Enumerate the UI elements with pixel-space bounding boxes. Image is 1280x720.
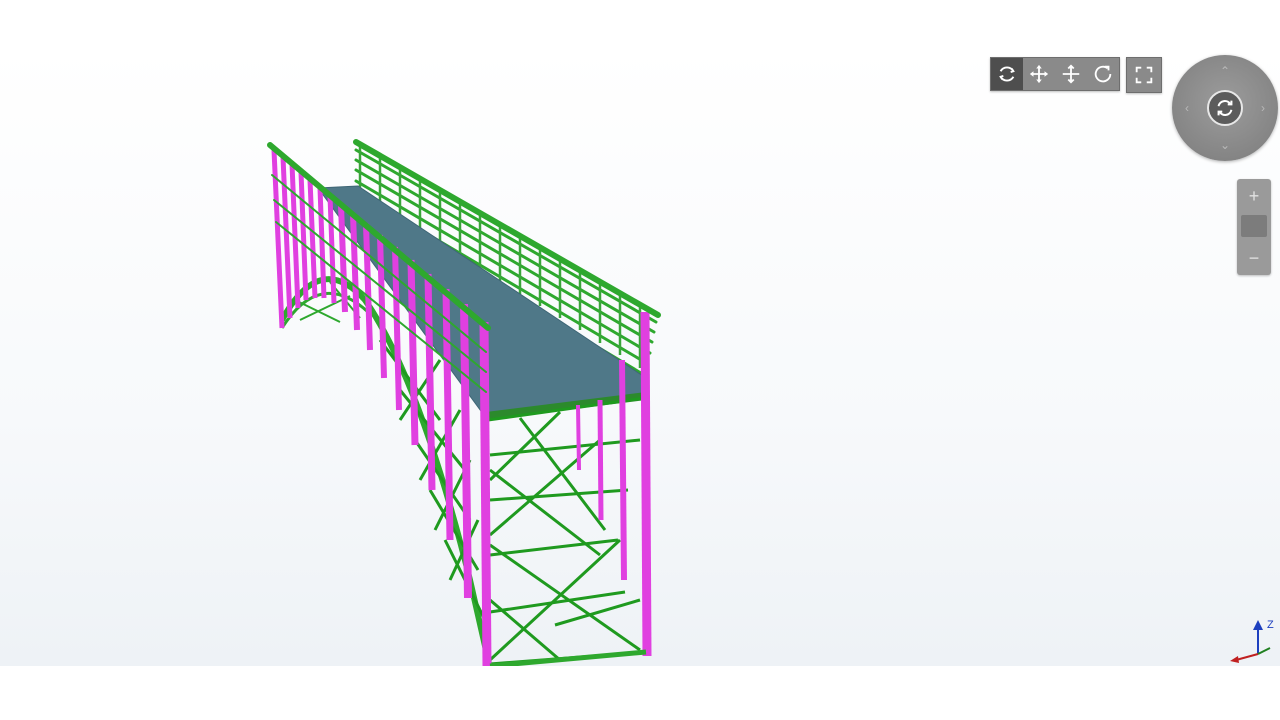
letterbox-top bbox=[0, 0, 1280, 48]
zoom-out-icon: − bbox=[1248, 247, 1260, 268]
fullscreen-icon bbox=[1135, 66, 1153, 84]
letterbox-bottom bbox=[0, 666, 1280, 720]
zoom-in-button[interactable]: + bbox=[1237, 181, 1271, 211]
orbit-icon bbox=[999, 66, 1015, 82]
navigation-tool-group bbox=[990, 57, 1120, 91]
base-beam bbox=[489, 649, 647, 666]
orbit-button[interactable] bbox=[991, 58, 1023, 90]
pan-button[interactable] bbox=[1023, 58, 1055, 90]
chevron-left-icon[interactable]: ‹ bbox=[1180, 102, 1194, 114]
zoom-out-button[interactable]: − bbox=[1237, 243, 1271, 273]
navigation-wheel[interactable]: ⌃ ⌄ ‹ › bbox=[1172, 55, 1278, 161]
move-button[interactable] bbox=[1055, 58, 1087, 90]
chevron-down-icon[interactable]: ⌄ bbox=[1218, 139, 1232, 151]
rotate-icon bbox=[1094, 65, 1112, 83]
view-toolbar bbox=[990, 57, 1162, 93]
fullscreen-button[interactable] bbox=[1126, 57, 1162, 93]
zoom-in-icon: + bbox=[1248, 185, 1260, 206]
chevron-right-icon[interactable]: › bbox=[1256, 102, 1270, 114]
3d-viewport[interactable]: ⌃ ⌄ ‹ › + − Z bbox=[0, 48, 1280, 666]
pan-icon bbox=[1029, 64, 1049, 84]
rotate-button[interactable] bbox=[1087, 58, 1119, 90]
move-icon bbox=[1062, 64, 1080, 84]
zoom-slider-handle[interactable] bbox=[1241, 215, 1267, 237]
z-axis-label: Z bbox=[1267, 619, 1274, 631]
zoom-control: + − bbox=[1237, 179, 1271, 275]
bridge-model[interactable] bbox=[0, 48, 1280, 666]
rotate-view-button[interactable] bbox=[1207, 90, 1243, 126]
chevron-up-icon[interactable]: ⌃ bbox=[1218, 65, 1232, 77]
axis-triad: Z bbox=[1230, 619, 1274, 663]
rotate-view-icon bbox=[1217, 100, 1233, 116]
